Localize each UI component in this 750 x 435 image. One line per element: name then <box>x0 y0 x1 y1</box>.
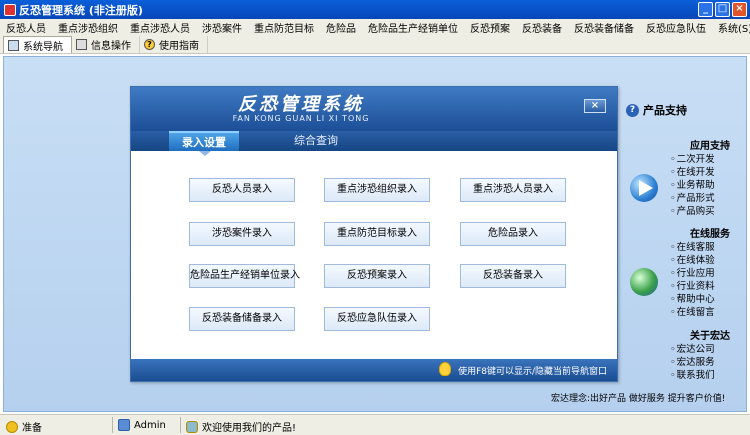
smiley-icon <box>6 420 18 433</box>
company-motto: 宏达理念:出好产品 做好服务 提升客户价值! <box>551 394 726 404</box>
close-button[interactable]: × <box>732 2 747 17</box>
link-product-form[interactable]: 产品形式 <box>670 192 715 205</box>
link-business-help[interactable]: 业务帮助 <box>670 179 715 192</box>
user-icon <box>118 419 130 431</box>
entry-equipment-reserve-button[interactable]: 反恐装备储备录入 <box>189 307 295 331</box>
help-icon: ? <box>144 39 155 50</box>
panel-title: 反恐管理系统 <box>238 94 364 115</box>
panel-tabs: 录入设置 综合查询 <box>131 131 617 151</box>
section-title-about: 关于宏达 <box>690 331 730 342</box>
entry-hazmat-units-button[interactable]: 危险品生产经销单位录入 <box>189 264 300 288</box>
panel-footer: 使用F8键可以显示/隐藏当前导航窗口 <box>131 359 617 381</box>
tab-pointer-icon <box>199 151 211 156</box>
entry-fankong-renyuan-button[interactable]: 反恐人员录入 <box>189 178 295 202</box>
menu-item-equipment[interactable]: 反恐装备 <box>516 20 568 35</box>
app-support-list: 二次开发 在线开发 业务帮助 产品形式 产品购买 <box>670 153 715 218</box>
maximize-button[interactable]: □ <box>715 2 730 17</box>
panel-header: 反恐管理系统 FAN KONG GUAN LI XI TONG × <box>131 87 617 131</box>
status-bar: 准备 Admin 欢迎使用我们的产品! <box>0 414 750 435</box>
menu-item-plans[interactable]: 反恐预案 <box>464 20 516 35</box>
tab-info-ops[interactable]: 信息操作 <box>72 36 140 53</box>
f8-hint: 使用F8键可以显示/隐藏当前导航窗口 <box>458 367 607 377</box>
status-divider <box>180 417 181 433</box>
link-service[interactable]: 宏达服务 <box>670 356 715 369</box>
section-title-online-service: 在线服务 <box>690 229 730 240</box>
status-user: Admin <box>118 419 166 431</box>
link-help-center[interactable]: 帮助中心 <box>670 293 715 306</box>
tab-system-nav[interactable]: 系统导航 <box>3 36 72 53</box>
section-title-app-support: 应用支持 <box>690 141 730 152</box>
nav-panel: 反恐管理系统 FAN KONG GUAN LI XI TONG × 录入设置 综… <box>130 86 618 382</box>
question-icon: ? <box>626 103 639 117</box>
menu-item-key-org[interactable]: 重点涉恐组织 <box>52 20 124 35</box>
minimize-button[interactable]: _ <box>698 2 713 17</box>
menu-item-key-person[interactable]: 重点涉恐人员 <box>124 20 196 35</box>
entry-targets-button[interactable]: 重点防范目标录入 <box>324 222 430 246</box>
menu-item-equipment-reserve[interactable]: 反恐装备储备 <box>568 20 640 35</box>
nav-icon <box>8 39 19 51</box>
chat-icon <box>186 420 198 433</box>
status-ready-label: 准备 <box>22 423 42 434</box>
sidebar-header: ? 产品支持 <box>626 102 750 118</box>
entry-plans-button[interactable]: 反恐预案录入 <box>324 264 430 288</box>
panel-subtitle: FAN KONG GUAN LI XI TONG <box>232 114 370 123</box>
right-arrow-icon <box>639 180 653 196</box>
menu-item-system[interactable]: 系统(S) <box>712 20 750 35</box>
grid-icon <box>76 39 87 50</box>
link-online-trial[interactable]: 在线体验 <box>670 254 715 267</box>
link-online-dev[interactable]: 在线开发 <box>670 166 715 179</box>
tab-info-ops-label: 信息操作 <box>91 41 131 52</box>
menu-item-hazmat[interactable]: 危险品 <box>320 20 362 35</box>
tab-system-nav-label: 系统导航 <box>23 41 63 53</box>
sidebar-header-label: 产品支持 <box>643 104 687 117</box>
menu-item-hazmat-units[interactable]: 危险品生产经销单位 <box>362 20 464 35</box>
tab-comprehensive-query[interactable]: 综合查询 <box>294 131 338 151</box>
product-support-sidebar: ? 产品支持 应用支持 二次开发 在线开发 业务帮助 产品形式 产品购买 在线服… <box>626 102 750 402</box>
toolbar: 系统导航 信息操作 ? 使用指南 <box>0 35 750 54</box>
menu-item-targets[interactable]: 重点防范目标 <box>248 20 320 35</box>
entry-key-person-button[interactable]: 重点涉恐人员录入 <box>460 178 566 202</box>
link-industry-app[interactable]: 行业应用 <box>670 267 715 280</box>
tab-entry-settings[interactable]: 录入设置 <box>169 131 239 151</box>
link-online-message[interactable]: 在线留言 <box>670 306 715 319</box>
link-contact[interactable]: 联系我们 <box>670 369 715 382</box>
entry-cases-button[interactable]: 涉恐案件录入 <box>189 222 295 246</box>
menu-bar: 反恐人员 重点涉恐组织 重点涉恐人员 涉恐案件 重点防范目标 危险品 危险品生产… <box>0 19 750 35</box>
link-industry-data[interactable]: 行业资料 <box>670 280 715 293</box>
entry-hazmat-button[interactable]: 危险品录入 <box>460 222 566 246</box>
panel-close-button[interactable]: × <box>584 99 606 113</box>
entry-equipment-button[interactable]: 反恐装备录入 <box>460 264 566 288</box>
status-ready: 准备 <box>6 419 42 434</box>
link-online-cs[interactable]: 在线客服 <box>670 241 715 254</box>
link-secondary-dev[interactable]: 二次开发 <box>670 153 715 166</box>
menu-item-emergency-team[interactable]: 反恐应急队伍 <box>640 20 712 35</box>
lightbulb-icon <box>439 362 451 376</box>
entry-emergency-team-button[interactable]: 反恐应急队伍录入 <box>324 307 430 331</box>
title-bar: 反恐管理系统 (非注册版) _ □ × <box>0 0 750 19</box>
link-product-purchase[interactable]: 产品购买 <box>670 205 715 218</box>
status-welcome-label: 欢迎使用我们的产品! <box>202 423 297 434</box>
entry-key-org-button[interactable]: 重点涉恐组织录入 <box>324 178 430 202</box>
online-service-list: 在线客服 在线体验 行业应用 行业资料 帮助中心 在线留言 <box>670 241 715 319</box>
tab-user-guide-label: 使用指南 <box>159 41 199 52</box>
window-title: 反恐管理系统 (非注册版) <box>19 3 143 17</box>
about-list: 宏达公司 宏达服务 联系我们 <box>670 343 715 382</box>
globe-icon <box>630 268 658 296</box>
status-divider <box>112 417 113 433</box>
app-icon <box>4 3 16 16</box>
link-company[interactable]: 宏达公司 <box>670 343 715 356</box>
menu-item-fankong-renyuan[interactable]: 反恐人员 <box>0 20 52 35</box>
menu-item-cases[interactable]: 涉恐案件 <box>196 20 248 35</box>
status-welcome: 欢迎使用我们的产品! <box>186 419 296 434</box>
tab-user-guide[interactable]: ? 使用指南 <box>140 36 208 53</box>
status-user-label: Admin <box>134 419 166 431</box>
